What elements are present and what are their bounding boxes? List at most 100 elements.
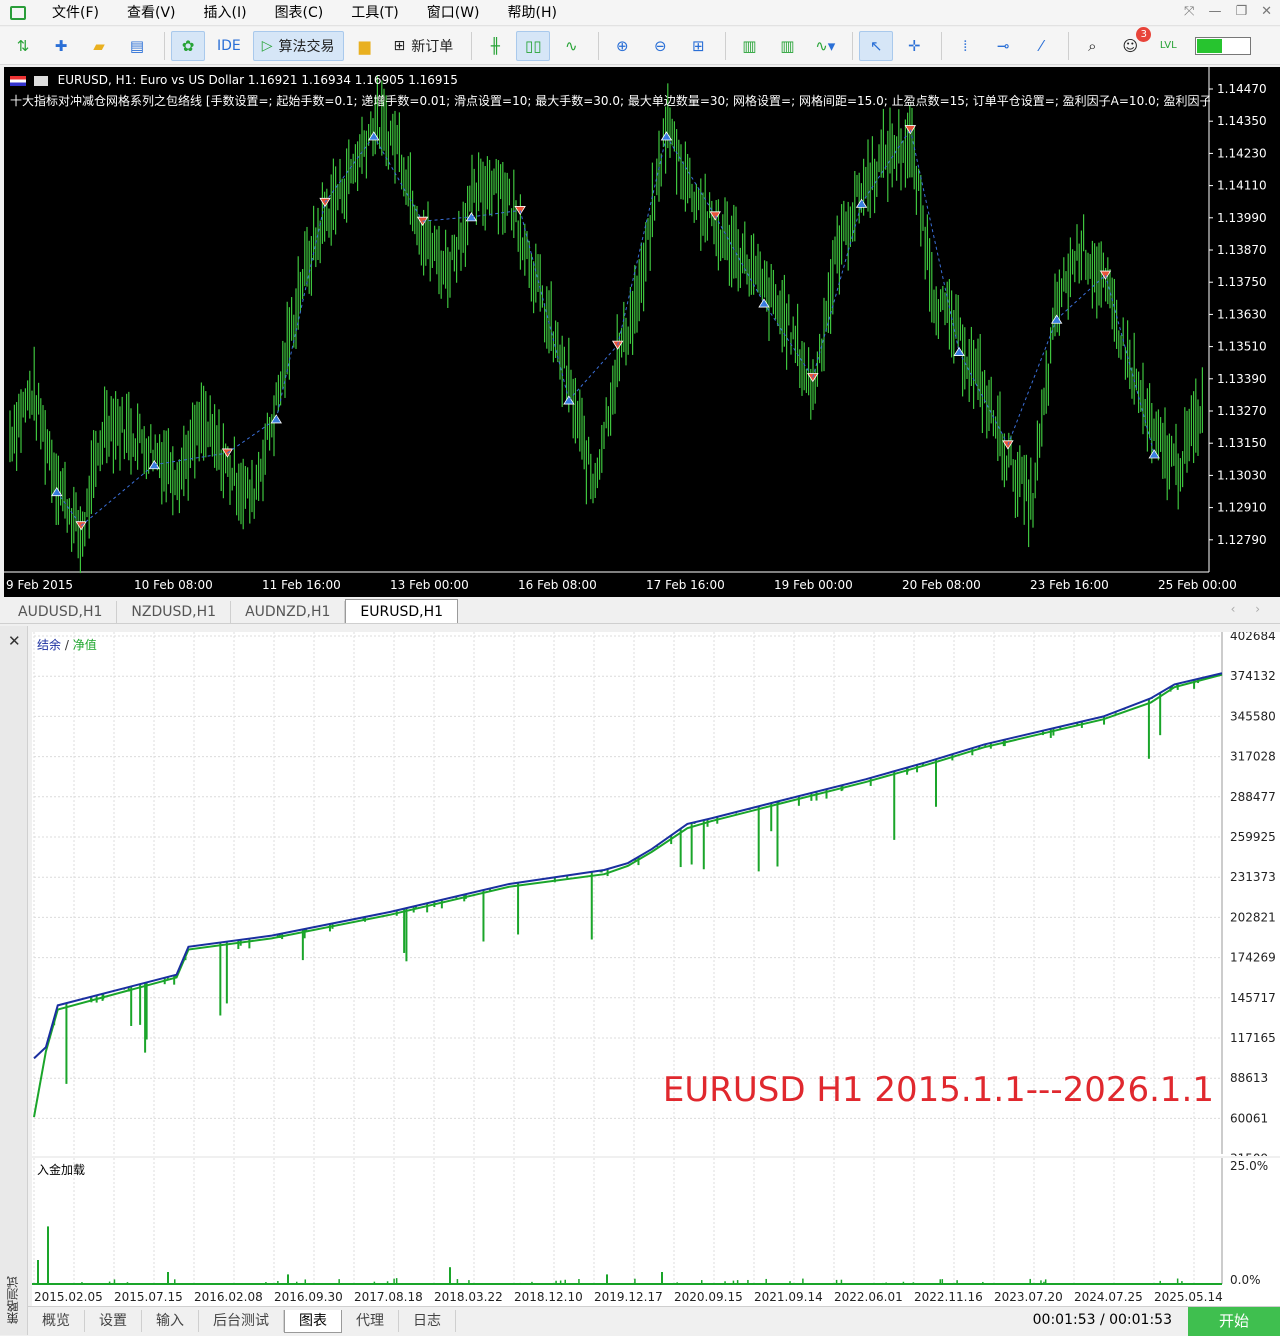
date-tick-label: 19 Feb 00:00 xyxy=(774,578,853,592)
balance-tick-label: 202821 xyxy=(1230,910,1276,924)
trendline-icon[interactable]: ⁄ xyxy=(1024,31,1058,61)
indicators-icon[interactable]: ∿ ▾ xyxy=(808,31,842,61)
open-folder-icon[interactable]: ▰ xyxy=(82,31,116,61)
window-controls: ⤧ — ❐ ✕ xyxy=(1184,4,1272,19)
tab-backtest[interactable]: 后台测试 xyxy=(199,1310,284,1332)
menu-bar: 文件(F) 查看(V) 插入(I) 图表(C) 工具(T) 窗口(W) 帮助(H… xyxy=(0,0,1280,26)
chart-symbol-info: EURUSD, H1: Euro vs US Dollar 1.16921 1.… xyxy=(10,73,458,87)
tester-date-label: 2015.07.15 xyxy=(114,1290,183,1304)
menu-view[interactable]: 查看(V) xyxy=(113,0,190,26)
tab-nzdusd[interactable]: NZDUSD,H1 xyxy=(117,601,232,623)
tab-agents[interactable]: 代理 xyxy=(342,1310,399,1332)
balance-tick-label: 402684 xyxy=(1230,632,1276,643)
tester-date-label: 2018.12.10 xyxy=(514,1290,583,1304)
balance-chart: 402684 374132 345580 317028 288477 259925 2313… xyxy=(32,632,1280,1156)
trade-link xyxy=(666,135,716,217)
tab-audusd[interactable]: AUDUSD,H1 xyxy=(4,601,118,623)
price-tick-label: 1.13270 xyxy=(1217,404,1267,418)
price-tick-label: 1.13510 xyxy=(1217,340,1267,354)
autoscroll-icon[interactable]: ▥ xyxy=(770,31,804,61)
price-chart[interactable]: 1.14470 1.14350 1.14230 1.14110 1.13990 1.138… xyxy=(4,67,1280,597)
legend-equity: 净值 xyxy=(72,638,97,652)
search-icon[interactable]: ⌕ xyxy=(1075,31,1109,61)
legend-balance: 结余 xyxy=(37,638,62,652)
balance-legend: 结余 / 净值 xyxy=(37,638,97,652)
level-icon[interactable]: LVL xyxy=(1151,31,1185,61)
tester-date-label: 2019.12.17 xyxy=(594,1290,663,1304)
pin-icon[interactable]: ⤧ xyxy=(1184,4,1194,19)
price-tick-label: 1.13030 xyxy=(1217,468,1267,482)
close-icon[interactable]: ✕ xyxy=(8,632,21,650)
tester-date-label: 2020.09.15 xyxy=(674,1290,743,1304)
menu-tools[interactable]: 工具(T) xyxy=(337,0,412,26)
cursor-icon[interactable]: ↖ xyxy=(859,30,894,61)
balance-tick-label: 117165 xyxy=(1230,1031,1276,1045)
new-order-button[interactable]: ⊞ 新订单 xyxy=(386,31,462,61)
horizontal-line-icon[interactable]: ⊸ xyxy=(986,31,1020,61)
algo-trading-button[interactable]: ▷ 算法交易 xyxy=(252,30,344,61)
bar-chart-icon[interactable]: ╫ xyxy=(478,31,512,61)
buy-arrow xyxy=(758,298,770,308)
balance-tick-label: 317028 xyxy=(1230,750,1276,764)
load-chart-svg: 25.0% 0.0% xyxy=(32,1158,1268,1287)
chart-shift-icon[interactable]: ▥ xyxy=(732,31,766,61)
tab-inputs[interactable]: 输入 xyxy=(142,1310,199,1332)
elapsed-timer: 00:01:53 / 00:01:53 xyxy=(1032,1312,1172,1328)
vertical-line-icon[interactable]: ⦙ xyxy=(948,31,982,61)
tab-overview[interactable]: 概览 xyxy=(28,1310,85,1332)
tab-eurusd[interactable]: EURUSD,H1 xyxy=(345,599,459,623)
crosshair-icon[interactable]: ✛ xyxy=(897,31,931,61)
tab-journal[interactable]: 日志 xyxy=(399,1310,456,1332)
buy-arrow xyxy=(1148,449,1160,459)
price-tick-label: 1.13990 xyxy=(1217,211,1267,225)
tab-graph[interactable]: 图表 xyxy=(284,1309,342,1333)
tester-date-label: 2018.03.22 xyxy=(434,1290,503,1304)
date-tick-label: 17 Feb 16:00 xyxy=(646,578,725,592)
new-chart-icon[interactable]: ✚ xyxy=(44,31,78,61)
notification-badge: 3 xyxy=(1136,26,1152,42)
notifications-icon[interactable]: ☺ 3 xyxy=(1113,26,1152,61)
tab-settings[interactable]: 设置 xyxy=(85,1310,142,1332)
shopping-bag-icon[interactable]: ▆ xyxy=(348,31,382,61)
price-chart-svg: 1.14470 1.14350 1.14230 1.14110 1.13990 1.138… xyxy=(4,67,1267,592)
candlestick-icon[interactable]: ▯▯ xyxy=(516,30,551,61)
tab-scroll-icons[interactable]: ‹ › xyxy=(1231,602,1268,616)
price-tick-label: 1.14230 xyxy=(1217,146,1267,160)
line-chart-icon[interactable]: ∿ xyxy=(554,31,588,61)
restore-icon[interactable]: ❐ xyxy=(1235,4,1247,19)
market-watch-icon[interactable]: ✿ xyxy=(171,30,205,61)
price-tick-label: 1.13390 xyxy=(1217,372,1267,386)
trade-link xyxy=(80,464,155,527)
balance-tick-label: 259925 xyxy=(1230,830,1276,844)
tile-windows-icon[interactable]: ⊞ xyxy=(681,31,715,61)
side-label: 策略测试 xyxy=(6,1276,20,1324)
ide-button[interactable]: IDE xyxy=(209,31,249,61)
menu-insert[interactable]: 插入(I) xyxy=(190,0,261,26)
menu-window[interactable]: 窗口(W) xyxy=(413,0,494,26)
menu-charts[interactable]: 图表(C) xyxy=(261,0,338,26)
trade-link xyxy=(714,215,765,304)
date-tick-label: 13 Feb 00:00 xyxy=(390,578,469,592)
zoom-out-icon[interactable]: ⊖ xyxy=(643,31,677,61)
chart-tabs: AUDUSD,H1 NZDUSD,H1 AUDNZD,H1 EURUSD,H1 … xyxy=(0,598,1280,624)
trade-link xyxy=(909,129,960,352)
menu-help[interactable]: 帮助(H) xyxy=(494,0,571,26)
profiles-icon[interactable]: ▤ xyxy=(120,31,154,61)
balance-tick-label: 88613 xyxy=(1230,1071,1268,1085)
load-tick-label: 25.0% xyxy=(1230,1159,1268,1173)
flag-icon xyxy=(10,75,26,86)
price-tick-label: 1.13150 xyxy=(1217,436,1267,450)
trade-arrows-icon[interactable]: ⇅ xyxy=(6,31,40,61)
app-logo-icon xyxy=(10,5,26,20)
balance-tick-label: 31509 xyxy=(1230,1152,1268,1156)
date-tick-label: 25 Feb 00:00 xyxy=(1158,578,1237,592)
minimize-icon[interactable]: — xyxy=(1208,4,1221,19)
tab-audnzd[interactable]: AUDNZD,H1 xyxy=(231,601,346,623)
tester-date-label: 2022.11.16 xyxy=(914,1290,983,1304)
menu-file[interactable]: 文件(F) xyxy=(38,0,113,26)
close-window-icon[interactable]: ✕ xyxy=(1261,4,1272,19)
price-tick-label: 1.12910 xyxy=(1217,501,1267,515)
zoom-in-icon[interactable]: ⊕ xyxy=(605,31,639,61)
date-tick-label: 23 Feb 16:00 xyxy=(1030,578,1109,592)
start-button[interactable]: 开始 xyxy=(1188,1307,1280,1336)
